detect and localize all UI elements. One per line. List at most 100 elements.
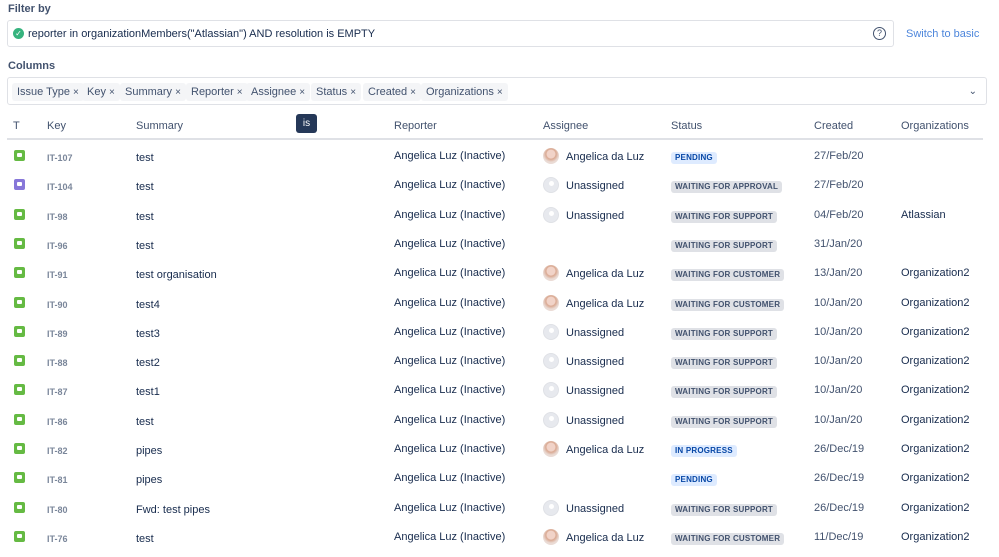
issue-summary[interactable]: pipes: [136, 474, 162, 486]
issue-key-link[interactable]: IT-90: [47, 300, 68, 310]
remove-column-icon[interactable]: ×: [497, 87, 503, 98]
columns-selector[interactable]: Issue Type × Key × Summary × Reporter × Assignee…: [7, 77, 987, 105]
issue-key-link[interactable]: IT-87: [47, 387, 68, 397]
table-row[interactable]: IT-98 test Angelica Luz (Inactive) Unassign…: [7, 201, 983, 230]
table-row[interactable]: IT-80 Fwd: test pipes Angelica Luz (Inacti…: [7, 494, 983, 523]
issue-summary[interactable]: test: [136, 181, 154, 193]
issue-summary[interactable]: pipes: [136, 445, 162, 457]
column-chip[interactable]: Organizations ×: [421, 83, 508, 101]
header-assignee[interactable]: Assignee: [543, 120, 588, 132]
issue-key-link[interactable]: IT-76: [47, 534, 68, 544]
header-reporter[interactable]: Reporter: [394, 120, 437, 132]
issue-key-link[interactable]: IT-86: [47, 417, 68, 427]
table-row[interactable]: IT-104 test Angelica Luz (Inactive) Unassig…: [7, 171, 983, 200]
column-chip[interactable]: Status ×: [311, 83, 362, 101]
user-avatar: [543, 441, 559, 457]
table-row[interactable]: IT-90 test4 Angelica Luz (Inactive) Angelic…: [7, 289, 983, 318]
table-row[interactable]: IT-76 test Angelica Luz (Inactive) Angelica…: [7, 523, 983, 552]
table-row[interactable]: IT-81 pipes Angelica Luz (Inactive) PENDING…: [7, 464, 983, 493]
created-date: 27/Feb/20: [814, 150, 864, 162]
organization-name: Organization2: [901, 296, 970, 309]
header-key[interactable]: Key: [47, 120, 66, 132]
table-row[interactable]: IT-87 test1 Angelica Luz (Inactive) Unassig…: [7, 376, 983, 405]
created-date: 10/Jan/20: [814, 325, 863, 338]
columns-label: Columns: [8, 60, 56, 72]
filter-by-label: Filter by: [8, 3, 51, 15]
issue-summary[interactable]: test3: [136, 328, 160, 340]
organization-name: Organization2: [901, 472, 970, 485]
jql-query-text[interactable]: reporter in organizationMembers("Atlassi…: [28, 28, 375, 40]
status-badge: WAITING FOR CUSTOMER: [671, 298, 785, 311]
table-row[interactable]: IT-91 test organisation Angelica Luz (Inac…: [7, 259, 983, 288]
issue-summary[interactable]: test: [136, 533, 154, 545]
issue-key-link[interactable]: IT-91: [47, 270, 68, 280]
issue-key-link[interactable]: IT-104: [47, 182, 73, 192]
header-status[interactable]: Status: [671, 120, 702, 132]
reporter-name: Angelica Luz (Inactive): [394, 208, 506, 221]
user-avatar: [543, 294, 559, 311]
column-chip[interactable]: Issue Type ×: [12, 83, 84, 101]
column-chip-label: Issue Type: [17, 86, 70, 98]
column-chip[interactable]: Summary ×: [120, 83, 186, 101]
default-avatar-icon: [543, 382, 559, 399]
issue-key-link[interactable]: IT-82: [47, 446, 68, 456]
created-date: 26/Dec/19: [814, 501, 865, 514]
issue-summary[interactable]: test: [136, 416, 154, 428]
issue-summary[interactable]: test: [136, 240, 154, 252]
remove-column-icon[interactable]: ×: [237, 87, 243, 98]
question-circle-icon[interactable]: ?: [873, 27, 886, 40]
table-row[interactable]: IT-107 test Angelica Luz (Inactive) Angelic…: [7, 142, 983, 171]
issue-key-link[interactable]: IT-89: [47, 329, 68, 339]
chevron-down-icon[interactable]: ⌄: [969, 86, 977, 97]
created-date: 10/Jan/20: [814, 355, 863, 368]
table-row[interactable]: IT-86 test Angelica Luz (Inactive) Unassign…: [7, 406, 983, 435]
service-request-icon: [14, 443, 25, 454]
issue-key-link[interactable]: IT-107: [47, 153, 73, 163]
reporter-name: Angelica Luz (Inactive): [394, 501, 506, 514]
remove-column-icon[interactable]: ×: [350, 87, 356, 98]
remove-column-icon[interactable]: ×: [73, 87, 79, 98]
table-row[interactable]: IT-82 pipes Angelica Luz (Inactive) Angelic…: [7, 435, 983, 464]
status-badge: PENDING: [671, 474, 717, 487]
issue-summary[interactable]: test organisation: [136, 269, 217, 281]
table-row[interactable]: IT-89 test3 Angelica Luz (Inactive) Unassig…: [7, 318, 983, 347]
remove-column-icon[interactable]: ×: [175, 87, 181, 98]
status-badge: WAITING FOR SUPPORT: [671, 357, 778, 370]
issue-summary[interactable]: test2: [136, 357, 160, 369]
column-chip[interactable]: Created ×: [363, 83, 421, 101]
service-request-icon: [14, 355, 25, 367]
reporter-name: Angelica Luz (Inactive): [394, 237, 506, 250]
assignee-name: Angelica da Luz: [566, 297, 645, 310]
switch-to-basic-link[interactable]: Switch to basic: [906, 28, 979, 40]
jql-query-input[interactable]: ✓ reporter in organizationMembers("Atlas…: [7, 20, 894, 47]
issue-summary[interactable]: test4: [136, 299, 160, 311]
issue-key-link[interactable]: IT-80: [47, 505, 68, 515]
created-date: 31/Jan/20: [814, 237, 863, 250]
issue-summary[interactable]: test1: [136, 386, 160, 398]
created-date: 11/Dec/19: [814, 530, 864, 543]
issue-summary[interactable]: test: [136, 152, 154, 164]
valid-query-check-icon: ✓: [13, 28, 24, 39]
header-summary[interactable]: Summary: [136, 120, 183, 132]
issue-key-link[interactable]: IT-88: [47, 358, 68, 368]
issue-key-link[interactable]: IT-81: [47, 475, 68, 485]
column-chip[interactable]: Assignee ×: [246, 83, 311, 101]
issue-summary[interactable]: test: [136, 211, 154, 223]
table-row[interactable]: IT-88 test2 Angelica Luz (Inactive) Unassig…: [7, 347, 983, 376]
tooltip: is: [296, 114, 317, 133]
table-row[interactable]: IT-96 test Angelica Luz (Inactive) WAITING …: [7, 230, 983, 259]
header-organizations[interactable]: Organizations: [901, 120, 969, 132]
service-request-icon: [14, 267, 25, 279]
header-created[interactable]: Created: [814, 120, 853, 132]
default-avatar-icon: [543, 353, 559, 370]
issue-key-link[interactable]: IT-98: [47, 212, 68, 222]
remove-column-icon[interactable]: ×: [299, 87, 305, 98]
issue-key-link[interactable]: IT-96: [47, 241, 68, 251]
column-chip[interactable]: Key ×: [82, 83, 120, 101]
remove-column-icon[interactable]: ×: [109, 87, 115, 98]
column-chip[interactable]: Reporter ×: [186, 83, 248, 101]
issue-summary[interactable]: Fwd: test pipes: [136, 504, 210, 516]
remove-column-icon[interactable]: ×: [410, 87, 416, 98]
header-type[interactable]: T: [13, 120, 20, 132]
organization-name: Organization2: [901, 325, 970, 338]
